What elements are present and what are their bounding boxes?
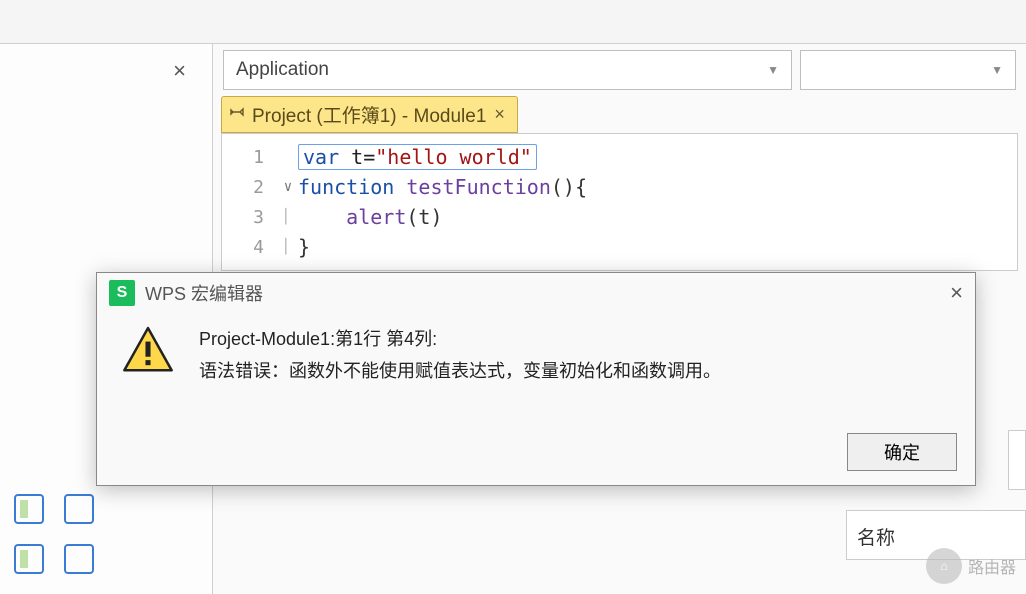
property-label: 名称 xyxy=(857,528,895,549)
ok-button[interactable]: 确定 xyxy=(847,433,957,471)
code-editor[interactable]: 1 var t="hello world" 2 ∨ function testF… xyxy=(221,133,1018,271)
top-toolbar xyxy=(0,0,1026,44)
watermark-icon: ⌂ xyxy=(926,548,962,584)
code-line: 3 │ alert(t) xyxy=(222,202,1017,232)
chevron-down-icon: ▼ xyxy=(991,63,1003,77)
code-line: 2 ∨ function testFunction(){ xyxy=(222,172,1017,202)
dialog-message: Project-Module1:第1行 第4列: 语法错误：函数外不能使用赋值表… xyxy=(199,323,721,388)
dialog-title: WPS 宏编辑器 xyxy=(145,280,263,306)
panel-icon-4[interactable] xyxy=(64,544,94,574)
chevron-down-icon: ▼ xyxy=(767,63,779,77)
tab-module1[interactable]: Project (工作簿1) - Module1 × xyxy=(221,96,518,133)
panel-icon-2[interactable] xyxy=(64,494,94,524)
dropdown-label: Application xyxy=(236,59,329,81)
line-number: 4 xyxy=(222,237,278,258)
bottom-icon-group xyxy=(14,494,94,574)
line-number: 2 xyxy=(222,177,278,198)
fold-icon[interactable]: ∨ xyxy=(278,179,298,195)
warning-icon xyxy=(121,323,175,388)
close-icon[interactable]: × xyxy=(492,104,507,125)
watermark: ⌂ 路由器 xyxy=(926,548,1016,584)
right-panel-fragment xyxy=(1008,430,1026,490)
pin-icon xyxy=(230,104,246,126)
close-icon[interactable]: × xyxy=(950,280,963,306)
panel-icon-1[interactable] xyxy=(14,494,44,524)
code-line: 4 │ } xyxy=(222,232,1017,262)
code-line: 1 var t="hello world" xyxy=(222,142,1017,172)
tab-label: Project (工作簿1) - Module1 xyxy=(252,101,486,128)
panel-icon-3[interactable] xyxy=(14,544,44,574)
object-dropdown[interactable]: Application ▼ xyxy=(223,50,792,90)
close-icon[interactable]: × xyxy=(173,58,186,84)
procedure-dropdown[interactable]: ▼ xyxy=(800,50,1016,90)
error-dialog: S WPS 宏编辑器 × Project-Module1:第1行 第4列: 语法… xyxy=(96,272,976,486)
app-icon: S xyxy=(109,280,135,306)
line-number: 1 xyxy=(222,147,278,168)
line-number: 3 xyxy=(222,207,278,228)
